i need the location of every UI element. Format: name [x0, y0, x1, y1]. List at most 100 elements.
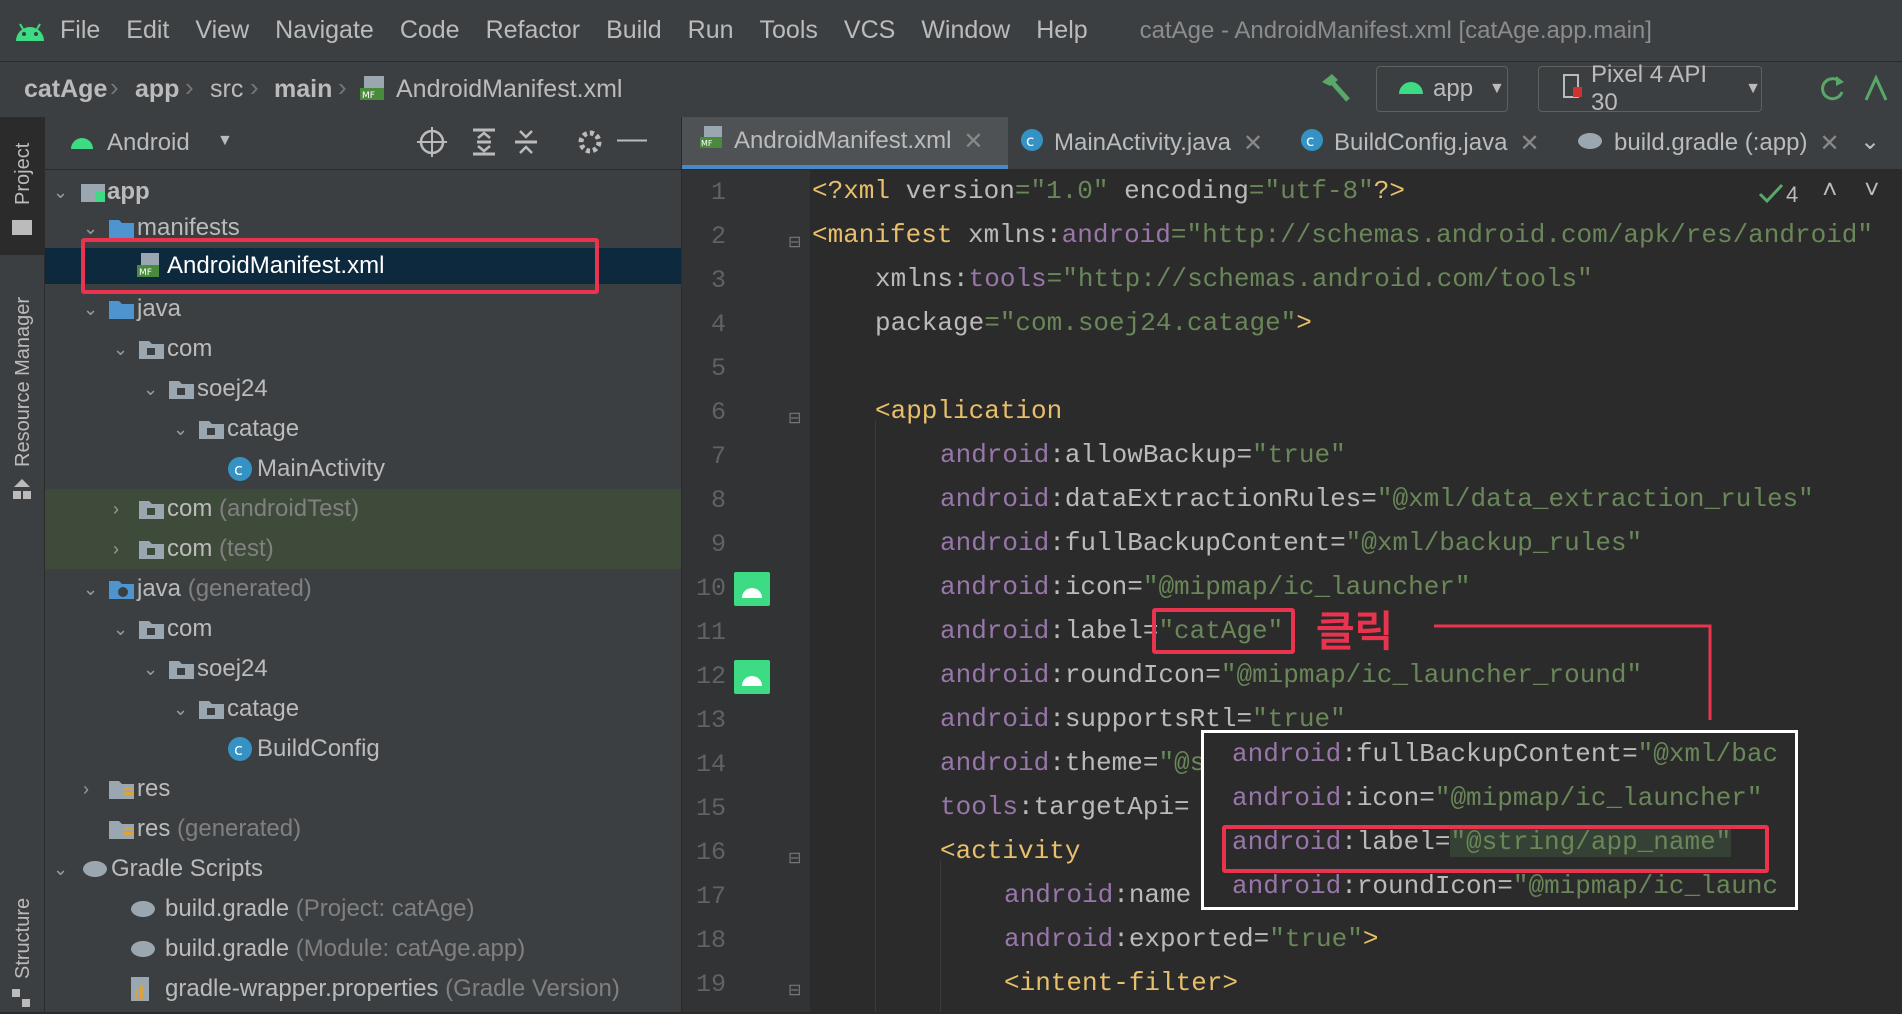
structure-tool-label[interactable]: Structure — [12, 898, 35, 979]
highlight-box-manifest — [81, 238, 599, 294]
tree-item-note: (Module: catAge.app) — [295, 935, 526, 962]
project-panel-header: Android ▼ — — [45, 117, 681, 170]
device-label: Pixel 4 API 30 — [1591, 61, 1708, 116]
menu-window[interactable]: Window — [921, 16, 1010, 45]
breadcrumb-project[interactable]: catAge — [24, 75, 107, 104]
menu-help[interactable]: Help — [1036, 16, 1087, 45]
highlight-box-string-resource — [1222, 825, 1769, 873]
breadcrumb-file[interactable]: AndroidManifest.xml — [396, 75, 622, 104]
tree-item-label: soej24 — [197, 375, 268, 402]
close-icon[interactable]: ✕ — [1243, 129, 1263, 158]
window-title: catAge - AndroidManifest.xml [catAge.app… — [1139, 16, 1652, 44]
menu-navigate[interactable]: Navigate — [275, 16, 374, 45]
close-icon[interactable]: ✕ — [1819, 129, 1839, 158]
tree-item-com-androidtest[interactable]: › com (androidTest) — [45, 489, 681, 529]
code-line: <application — [875, 396, 1063, 426]
chevron-down-icon: ⌄ — [83, 578, 99, 599]
tree-item-soej24[interactable]: ⌄ soej24 — [45, 369, 681, 409]
tree-item-catage[interactable]: ⌄ catage — [45, 409, 681, 449]
folder-icon — [12, 217, 32, 240]
tree-item-app[interactable]: ⌄ app — [45, 172, 681, 212]
chevron-down-icon[interactable]: ˅ — [1864, 176, 1880, 206]
code-line: android:dataExtractionRules="@xml/data_e… — [940, 484, 1814, 514]
breadcrumb-main[interactable]: main — [274, 75, 332, 104]
tree-item-gradle-wrapper[interactable]: gradle-wrapper.properties (Gradle Versio… — [45, 969, 681, 1009]
menu-vcs[interactable]: VCS — [844, 16, 895, 45]
breadcrumb-src[interactable]: src — [210, 75, 243, 104]
tree-item-java[interactable]: ⌄ java — [45, 289, 681, 329]
resource-folder-icon — [109, 777, 135, 806]
close-icon[interactable]: ✕ — [963, 127, 983, 156]
breadcrumb-app[interactable]: app — [135, 75, 179, 104]
project-tool-label[interactable]: Project — [12, 143, 35, 205]
line-number: 9 — [710, 530, 726, 559]
menu-file[interactable]: File — [60, 16, 100, 45]
menu-build[interactable]: Build — [606, 16, 662, 45]
tree-item-java-generated[interactable]: ⌄ java (generated) — [45, 569, 681, 609]
line-number: 6 — [710, 398, 726, 427]
menu-edit[interactable]: Edit — [126, 16, 169, 45]
editor-gutter: 1 2 3 4 5 6 7 8 9 10 11 12 13 14 15 16 1… — [682, 170, 810, 1012]
tree-item-res[interactable]: › res — [45, 769, 681, 809]
menu-refactor[interactable]: Refactor — [486, 16, 580, 45]
tree-item-note: (Project: catAge) — [295, 895, 475, 922]
device-select[interactable]: Pixel 4 API 30 ▼ — [1538, 61, 1762, 116]
fold-icon[interactable]: ⊟ — [788, 848, 801, 868]
fold-icon[interactable]: ⊟ — [788, 232, 801, 252]
tab-mainactivity[interactable]: c MainActivity.java ✕ — [1020, 117, 1263, 169]
expand-all-icon[interactable] — [469, 127, 499, 162]
tree-item-res-generated[interactable]: res (generated) — [45, 809, 681, 849]
tree-item-com-test[interactable]: › com (test) — [45, 529, 681, 569]
line-number: 8 — [710, 486, 726, 515]
fold-icon[interactable]: ⊟ — [788, 408, 801, 428]
tree-item-label: java — [137, 575, 182, 602]
manifest-file-icon: MF — [360, 76, 388, 107]
gradle-elephant-icon — [129, 937, 157, 966]
hammer-build-icon[interactable] — [1318, 72, 1352, 109]
tree-item-build-gradle-module[interactable]: build.gradle (Module: catAge.app) — [45, 929, 681, 969]
gradle-elephant-icon — [129, 897, 157, 926]
android-resource-gutter-icon[interactable] — [734, 660, 770, 699]
chevron-up-icon[interactable]: ˄ — [1822, 176, 1838, 206]
menu-code[interactable]: Code — [400, 16, 460, 45]
apply-code-changes-icon[interactable] — [1862, 74, 1892, 109]
collapse-all-icon[interactable] — [511, 127, 541, 162]
hide-panel-icon[interactable]: — — [617, 122, 647, 156]
tool-window-stripe: Project Resource Manager Structure — [0, 117, 45, 1012]
apply-changes-restart-icon[interactable] — [1816, 74, 1846, 109]
fold-icon[interactable]: ⊟ — [788, 980, 801, 1000]
chevron-right-icon: › — [113, 538, 119, 559]
menu-view[interactable]: View — [195, 16, 249, 45]
tab-build-gradle[interactable]: build.gradle (:app) ✕ — [1576, 117, 1840, 169]
close-icon[interactable]: ✕ — [1519, 129, 1539, 158]
tree-item-gradle-scripts[interactable]: ⌄ Gradle Scripts — [45, 849, 681, 889]
tree-item-soej24-generated[interactable]: ⌄ soej24 — [45, 649, 681, 689]
tree-item-build-gradle-project[interactable]: build.gradle (Project: catAge) — [45, 889, 681, 929]
android-resource-gutter-icon[interactable] — [734, 572, 770, 611]
chevron-down-icon[interactable]: ▼ — [217, 132, 233, 150]
annotation-click-label: 클릭 — [1316, 607, 1394, 656]
project-view-mode-select[interactable]: Android — [107, 129, 190, 157]
chevron-down-icon: ⌄ — [53, 858, 69, 879]
resource-folder-icon — [109, 817, 135, 846]
tab-buildconfig[interactable]: c BuildConfig.java ✕ — [1300, 117, 1540, 169]
tree-item-catage-generated[interactable]: ⌄ catage — [45, 689, 681, 729]
tree-item-com-generated[interactable]: ⌄ com — [45, 609, 681, 649]
locate-crosshair-icon[interactable] — [417, 127, 447, 162]
resource-manager-tool-label[interactable]: Resource Manager — [12, 297, 35, 467]
gear-icon[interactable] — [575, 127, 605, 162]
class-icon: c — [1020, 128, 1044, 159]
code-line: <intent-filter> — [1004, 968, 1239, 998]
tree-item-mainactivity[interactable]: c MainActivity — [45, 449, 681, 489]
chevron-down-icon[interactable]: ⌄ — [1860, 127, 1880, 156]
run-configuration-select[interactable]: app ▼ — [1376, 66, 1508, 112]
tree-item-com[interactable]: ⌄ com — [45, 329, 681, 369]
tab-androidmanifest[interactable]: MF AndroidManifest.xml ✕ — [682, 117, 1008, 169]
inspection-check-icon[interactable] — [1758, 182, 1784, 212]
menu-tools[interactable]: Tools — [760, 16, 818, 45]
code-folding-preview-popup: android:fullBackupContent="@xml/bac andr… — [1201, 730, 1798, 910]
breadcrumb-separator-icon: › — [110, 72, 119, 102]
menu-run[interactable]: Run — [688, 16, 734, 45]
chevron-down-icon: ⌄ — [173, 698, 189, 719]
tree-item-buildconfig[interactable]: c BuildConfig — [45, 729, 681, 769]
